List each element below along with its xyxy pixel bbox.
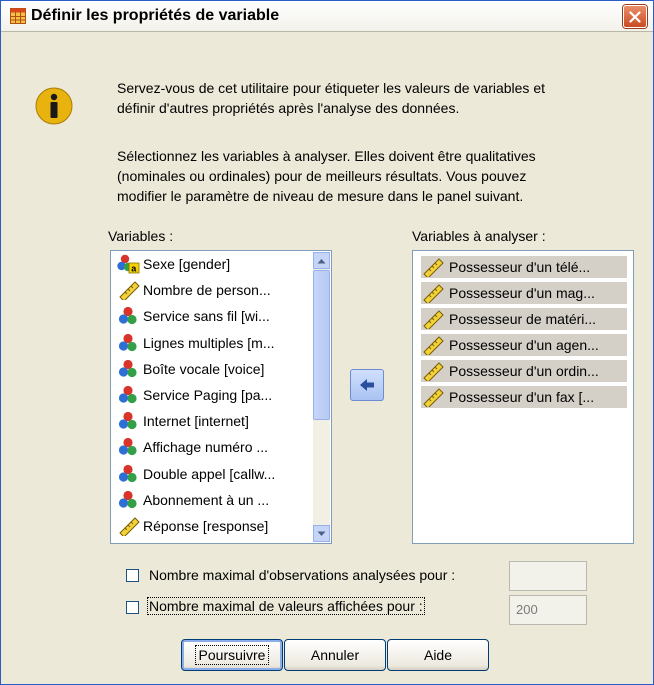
max-values-label: Nombre maximal de valeurs affichées pour…: [147, 597, 425, 615]
scale-ruler-icon: [119, 517, 140, 536]
scroll-thumb[interactable]: [313, 270, 330, 420]
list-item-label: Possesseur d'un télé...: [449, 259, 591, 275]
intro-line: modifier le paramètre de niveau de mesur…: [117, 188, 524, 204]
list-item[interactable]: Service Paging [pa...: [117, 384, 272, 406]
variables-label: Variables :: [108, 228, 174, 244]
close-icon: [629, 10, 641, 23]
list-item-label: Possesseur d'un ordin...: [449, 363, 599, 379]
dialog-window: Définir les propriétés de variable Serve…: [0, 0, 654, 685]
list-item[interactable]: Possesseur d'un télé...: [421, 256, 627, 278]
continue-button[interactable]: Poursuivre: [181, 639, 283, 671]
list-item-label: Internet [internet]: [143, 413, 249, 430]
list-item[interactable]: Possesseur d'un mag...: [421, 282, 627, 304]
nominal-icon: [118, 307, 137, 325]
cancel-button-label: Annuler: [310, 647, 360, 663]
scale-ruler-icon: [423, 310, 444, 329]
list-item-label: Double appel [callw...: [143, 465, 276, 482]
list-item-label: Possesseur d'un agen...: [449, 337, 599, 353]
list-item[interactable]: Service sans fil [wi...: [117, 305, 270, 327]
max-values-checkbox[interactable]: [126, 601, 139, 614]
arrow-left-icon: [360, 379, 374, 391]
list-item[interactable]: Possesseur d'un fax [...: [421, 386, 627, 408]
list-item[interactable]: a Sexe [gender]: [117, 253, 230, 275]
list-item[interactable]: Affichage numéro ...: [117, 436, 268, 458]
max-values-field[interactable]: 200: [509, 595, 587, 625]
list-item[interactable]: Boîte vocale [voice]: [117, 358, 264, 380]
analyze-label: Variables à analyser :: [412, 228, 546, 244]
list-item-label: Possesseur d'un mag...: [449, 285, 595, 301]
analyze-listbox[interactable]: Possesseur d'un télé... Possesseur d'un m…: [412, 250, 634, 544]
window-title: Définir les propriétés de variable: [31, 7, 280, 24]
list-item[interactable]: Réponse [response]: [117, 515, 268, 537]
list-item-label: Service sans fil [wi...: [143, 308, 270, 325]
scale-ruler-icon: [423, 362, 444, 381]
variables-scrollbar[interactable]: [313, 252, 330, 542]
intro-line: Sélectionnez les variables à analyser. E…: [117, 148, 536, 164]
move-variables-button[interactable]: [350, 369, 384, 401]
nominal-icon: [118, 333, 137, 351]
scale-ruler-icon: [423, 258, 444, 277]
list-item[interactable]: Double appel [callw...: [117, 463, 275, 485]
list-item-label: Affichage numéro ...: [143, 439, 269, 456]
list-item[interactable]: Abonnement à un ...: [117, 489, 269, 511]
list-item-label: Lignes multiples [m...: [143, 334, 275, 351]
scale-ruler-icon: [119, 281, 140, 301]
nominal-icon: [118, 359, 137, 377]
max-cases-label: Nombre maximal d'observations analysées …: [149, 567, 456, 583]
list-item-label: Sexe [gender]: [143, 256, 231, 272]
list-item[interactable]: Internet [internet]: [117, 410, 249, 432]
nominal-icon: [118, 464, 137, 482]
list-item[interactable]: Nombre de person...: [117, 279, 271, 301]
intro-line: (nominales ou ordinales) pour de meilleu…: [117, 168, 527, 184]
intro-paragraph-1: Servez-vous de cet utilitaire pour étiqu…: [117, 78, 617, 118]
nominal-string-icon: a: [117, 254, 140, 274]
chevron-down-icon: [317, 531, 326, 536]
close-button[interactable]: [623, 5, 647, 28]
list-item-label: Nombre de person...: [143, 282, 271, 299]
table-app-icon: [10, 8, 26, 24]
intro-paragraph-2: Sélectionnez les variables à analyser. E…: [117, 146, 617, 206]
list-item[interactable]: Lignes multiples [m...: [117, 332, 275, 354]
list-item-label: Abonnement à un ...: [143, 491, 270, 508]
list-item-label: Possesseur de matéri...: [449, 311, 597, 327]
intro-line: définir d'autres propriétés après l'anal…: [117, 100, 460, 116]
scale-ruler-icon: [423, 284, 444, 303]
max-cases-field[interactable]: [509, 561, 587, 591]
max-cases-checkbox[interactable]: [126, 569, 139, 582]
list-item-label: Réponse [response]: [143, 518, 269, 534]
title-bar[interactable]: Définir les propriétés de variable: [1, 1, 653, 32]
nominal-icon: [118, 490, 137, 508]
intro-line: Servez-vous de cet utilitaire pour étiqu…: [117, 80, 545, 96]
scale-ruler-icon: [423, 336, 444, 355]
list-item-label: Boîte vocale [voice]: [143, 360, 265, 377]
nominal-icon: [118, 385, 137, 404]
chevron-up-icon: [317, 258, 326, 263]
list-item[interactable]: Possesseur d'un agen...: [421, 334, 627, 356]
nominal-icon: [118, 412, 137, 430]
info-icon: [35, 87, 73, 125]
variables-listbox[interactable]: a Sexe [gender] Nombre de person... Service…: [110, 250, 332, 544]
scale-ruler-icon: [423, 388, 444, 407]
scroll-up-button[interactable]: [313, 252, 330, 269]
help-button[interactable]: Aide: [387, 639, 489, 671]
cancel-button[interactable]: Annuler: [284, 639, 386, 671]
help-button-label: Aide: [423, 647, 453, 663]
continue-button-label: Poursuivre: [194, 645, 270, 665]
list-item[interactable]: Possesseur de matéri...: [421, 308, 627, 330]
scroll-down-button[interactable]: [313, 525, 330, 542]
list-item[interactable]: Possesseur d'un ordin...: [421, 360, 627, 382]
list-item-label: Service Paging [pa...: [143, 387, 273, 403]
list-item-label: Possesseur d'un fax [...: [449, 389, 595, 405]
nominal-icon: [118, 438, 137, 456]
